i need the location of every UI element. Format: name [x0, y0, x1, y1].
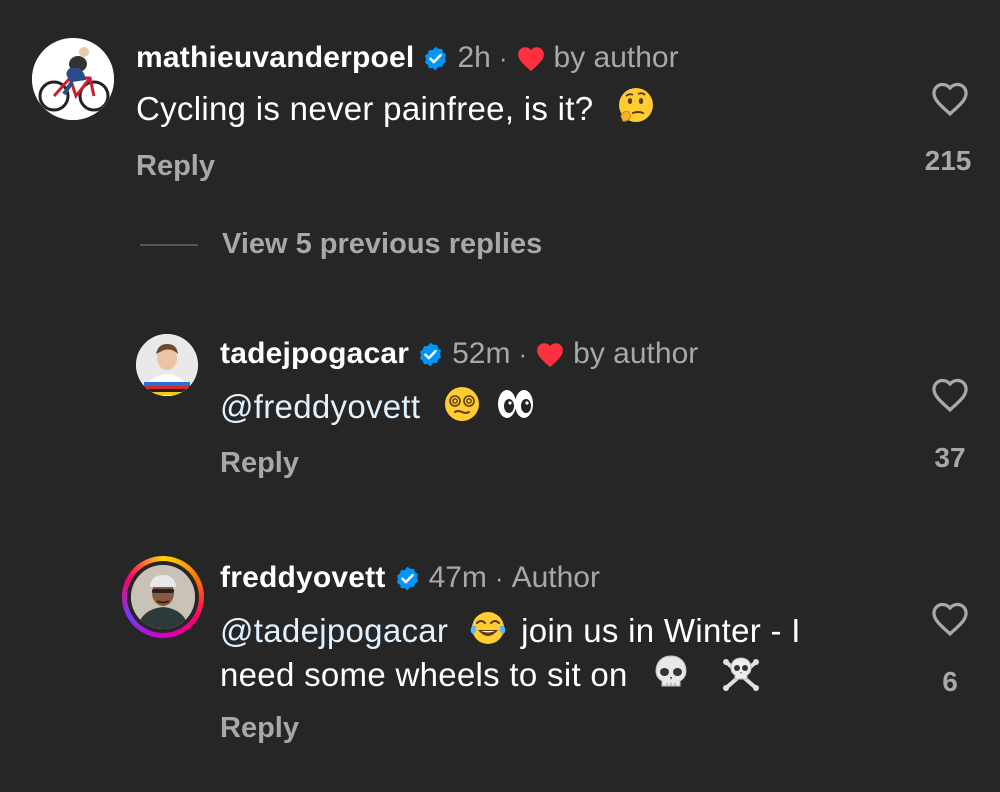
eyes-emoji [495, 384, 535, 424]
skull-and-crossbones-emoji [721, 652, 761, 692]
verified-badge-icon [422, 45, 449, 72]
face-with-spiral-eyes-emoji [442, 384, 482, 424]
comment-header: tadejpogacar 52m · by author [220, 336, 698, 372]
username[interactable]: mathieuvanderpoel [136, 40, 414, 76]
comment-header: freddyovett 47m · Author [220, 560, 600, 596]
comment-line-2: need some wheels to sit on [220, 652, 880, 696]
thinking-face-emoji [615, 86, 655, 126]
view-previous-replies-label: View 5 previous replies [222, 228, 543, 260]
separator-dot: · [498, 43, 508, 73]
heart-outline-icon[interactable] [929, 79, 971, 117]
separator-dot: · [494, 563, 504, 593]
author-label: Author [511, 561, 600, 594]
red-heart-icon [535, 340, 565, 368]
comment-line-1: @tadejpogacar join us in Winter - I [220, 608, 880, 652]
avatar [131, 565, 195, 629]
comment-mathieuvanderpoel: mathieuvanderpoel 2h · by author Cycling… [0, 0, 1000, 200]
comment-text: @tadejpogacar join us in Winter - I need… [220, 608, 880, 696]
divider [140, 243, 198, 246]
timestamp: 2h [457, 41, 491, 74]
comments-thread: mathieuvanderpoel 2h · by author Cycling… [0, 0, 1000, 792]
comment-header: mathieuvanderpoel 2h · by author [136, 40, 679, 76]
liked-by-author-label: by author [573, 337, 699, 370]
comment-tadejpogacar: tadejpogacar 52m · by author @freddyovet… [0, 300, 1000, 500]
heart-outline-icon[interactable] [929, 375, 971, 413]
timestamp: 47m [428, 561, 487, 594]
avatar[interactable] [136, 334, 198, 396]
reply-button[interactable]: Reply [220, 712, 299, 745]
comment-text: @freddyovett [220, 384, 539, 428]
heart-outline-icon[interactable] [929, 599, 971, 637]
comment-text: Cycling is never painfree, is it? [136, 86, 659, 130]
timestamp: 52m [452, 337, 511, 370]
comment-text-content: Cycling is never painfree, is it? [136, 90, 594, 127]
mention-link[interactable]: @tadejpogacar [220, 612, 448, 649]
avatar[interactable] [32, 38, 114, 120]
red-heart-icon [516, 44, 546, 72]
separator-dot: · [518, 339, 528, 369]
mention-link[interactable]: @freddyovett [220, 388, 420, 425]
username[interactable]: tadejpogacar [220, 336, 409, 372]
verified-badge-icon [417, 341, 444, 368]
avatar-story-ring[interactable] [122, 556, 204, 638]
like-count: 6 [942, 666, 958, 697]
comment-text-line-1: join us in Winter - I [521, 612, 801, 649]
verified-badge-icon [394, 565, 421, 592]
comment-text-line-2: need some wheels to sit on [220, 656, 628, 693]
username[interactable]: freddyovett [220, 560, 386, 596]
reply-button[interactable]: Reply [220, 447, 299, 480]
like-count: 215 [924, 145, 972, 176]
reply-button[interactable]: Reply [136, 150, 215, 183]
liked-by-author-label: by author [553, 41, 679, 74]
skull-emoji [651, 652, 691, 692]
like-count: 37 [934, 442, 966, 473]
comment-freddyovett: freddyovett 47m · Author @tadejpogacar j… [0, 540, 1000, 792]
face-with-tears-of-joy-emoji [468, 608, 508, 648]
view-previous-replies-button[interactable]: View 5 previous replies [140, 228, 542, 261]
